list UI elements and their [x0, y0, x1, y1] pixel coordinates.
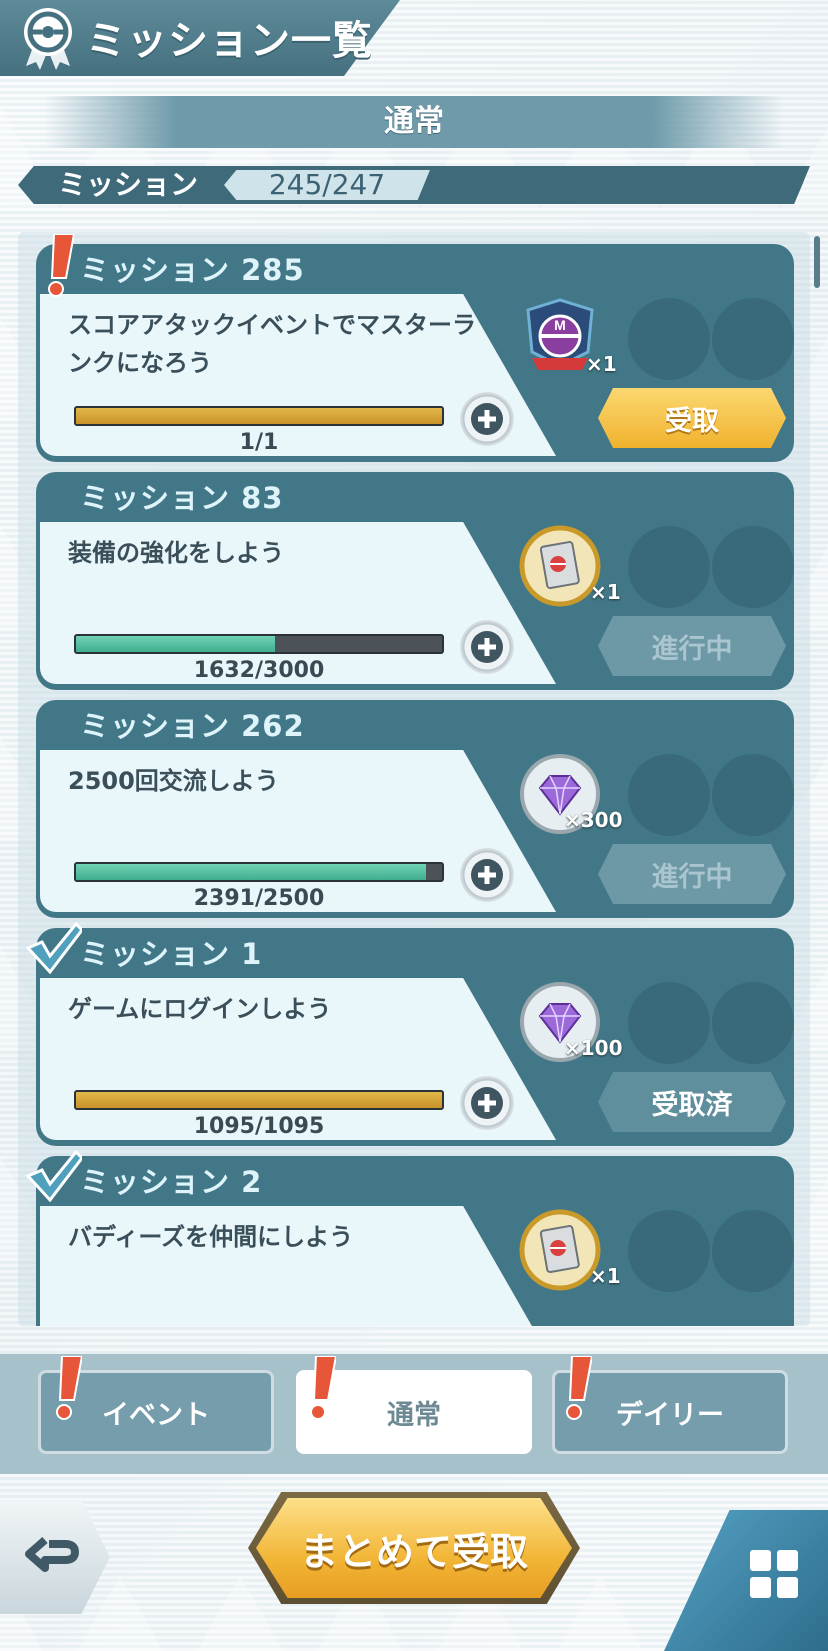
mission-description: バディーズを仲間にしよう: [68, 1223, 354, 1251]
in-progress-button[interactable]: 進行中: [598, 844, 786, 904]
reward-slot-empty: [712, 982, 794, 1064]
mission-description: 装備の強化をしよう: [68, 539, 284, 567]
plus-icon: [471, 1087, 503, 1119]
return-arrow-icon: [25, 1536, 79, 1572]
reward-quantity: ×100: [564, 1036, 623, 1060]
new-alert-icon: [310, 1356, 336, 1420]
page-title: ミッション一覧: [86, 18, 373, 64]
mission-title: ミッション 2: [80, 1165, 263, 1199]
mission-title: ミッション 83: [80, 481, 284, 515]
in-progress-button[interactable]: 進行中: [598, 616, 786, 676]
reward-slot-empty: [628, 298, 710, 380]
reward-quantity: ×1: [586, 352, 617, 376]
reward-quantity: ×1: [590, 580, 621, 604]
reward-quantity: ×300: [564, 808, 623, 832]
section-title: 通常: [384, 104, 444, 139]
progress-fill: [76, 864, 426, 880]
mission-title: ミッション 285: [80, 253, 305, 287]
reward-slot-empty: [628, 1210, 710, 1292]
new-alert-icon: [566, 1356, 592, 1420]
scrollbar[interactable]: [814, 236, 820, 288]
progress-bar: [74, 634, 444, 654]
mission-count-value: 245/247: [268, 168, 386, 201]
progress-text: 1/1: [239, 430, 279, 455]
reward-quantity: ×1: [590, 1264, 621, 1288]
progress-text: 1095/1095: [193, 1114, 325, 1139]
details-button[interactable]: [460, 620, 514, 674]
progress-bar: [74, 1090, 444, 1110]
progress-bar: [74, 862, 444, 882]
mission-title: ミッション 262: [80, 709, 305, 743]
mission-title: ミッション 1: [80, 937, 263, 971]
back-button[interactable]: [0, 1500, 110, 1614]
progress-fill: [76, 408, 442, 424]
mission-card[interactable]: ミッション 262 2500回交流しよう 2391/2500 ×300 進行中: [36, 700, 794, 918]
checkmark-icon: [26, 1150, 82, 1202]
reward-slot-empty: [712, 1210, 794, 1292]
reward-slot-empty: [712, 754, 794, 836]
mission-card[interactable]: ミッション 83 装備の強化をしよう 1632/3000 ×1 進行中: [36, 472, 794, 690]
mission-description: スコアアタックイベントでマスターランクになろう: [68, 311, 476, 377]
details-button[interactable]: [460, 848, 514, 902]
reward-slot-empty: [712, 526, 794, 608]
reward-slot-empty: [628, 754, 710, 836]
plus-icon: [471, 631, 503, 663]
checkmark-icon: [26, 922, 82, 974]
claim-button[interactable]: 受取: [598, 388, 786, 448]
progress-text: 2391/2500: [193, 886, 325, 911]
details-button[interactable]: [460, 1076, 514, 1130]
section-banner: 通常: [44, 96, 784, 148]
progress-bar: [74, 406, 444, 426]
medal-icon: [24, 8, 72, 70]
reward-slot-empty: [628, 982, 710, 1064]
menu-button[interactable]: [664, 1510, 828, 1651]
mission-description: ゲームにログインしよう: [68, 995, 332, 1023]
progress-fill: [76, 636, 276, 652]
plus-icon: [471, 859, 503, 891]
plus-icon: [471, 403, 503, 435]
mission-description: 2500回交流しよう: [68, 767, 279, 795]
new-alert-icon: [56, 1356, 82, 1420]
mission-card[interactable]: ミッション 285 スコアアタックイベントでマスターランクになろう 1/1 M …: [36, 234, 794, 462]
grid-menu-icon: [750, 1550, 798, 1598]
reward-slot-empty: [628, 526, 710, 608]
progress-text: 1632/3000: [193, 658, 325, 683]
mission-card[interactable]: ミッション 2 バディーズを仲間にしよう ×1: [26, 1150, 794, 1326]
details-button[interactable]: [460, 392, 514, 446]
progress-fill: [76, 1092, 442, 1108]
svg-text:M: M: [554, 317, 566, 333]
claimed-button[interactable]: 受取済: [598, 1072, 786, 1132]
new-alert-icon: [48, 234, 74, 297]
reward-slot-empty: [712, 298, 794, 380]
bulk-claim-button[interactable]: まとめて受取: [256, 1498, 572, 1598]
mission-list[interactable]: ミッション 285 スコアアタックイベントでマスターランクになろう 1/1 M …: [18, 232, 810, 1326]
mission-card[interactable]: ミッション 1 ゲームにログインしよう 1095/1095 ×100 受取済: [26, 922, 794, 1146]
mission-count-label: ミッション: [58, 168, 199, 201]
